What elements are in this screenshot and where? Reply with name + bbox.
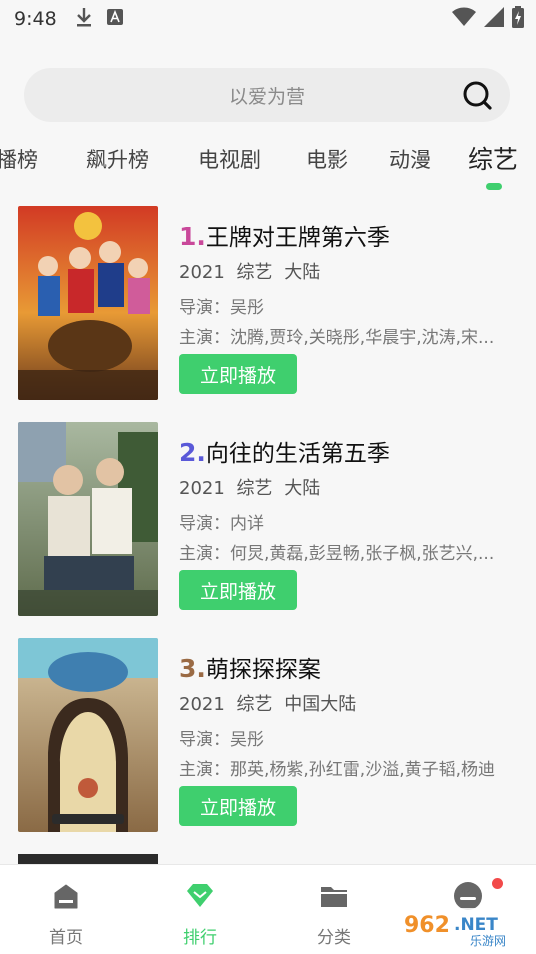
tab-rising-rank[interactable]: 飙升榜 (86, 144, 149, 174)
home-icon (51, 881, 81, 911)
genre: 综艺 (236, 478, 273, 499)
next-poster-peek (18, 854, 158, 864)
battery-icon (512, 6, 524, 32)
play-now-button[interactable]: 立即播放 (179, 354, 297, 394)
item-meta: 2021 综艺 大陆 (179, 474, 320, 500)
search-bar[interactable]: 以爱为营 (24, 68, 510, 122)
rank-number: 2. (179, 438, 206, 467)
item-title[interactable]: 2.向往的生活第五季 (179, 434, 390, 468)
search-placeholder[interactable]: 以爱为营 (24, 82, 510, 109)
item-cast: 主演：何炅,黄磊,彭昱畅,张子枫,张艺兴,... (179, 544, 495, 564)
download-icon (75, 6, 93, 32)
region: 大陆 (284, 262, 321, 283)
folder-icon (319, 881, 349, 911)
nav-home-label: 首页 (49, 928, 83, 948)
year: 2021 (179, 262, 225, 283)
tab-movie[interactable]: 电影 (306, 144, 348, 174)
item-director: 导演：吴彤 (179, 730, 264, 750)
item-meta: 2021 综艺 大陆 (179, 258, 320, 284)
rank-number: 1. (179, 222, 206, 251)
svg-text:.NET: .NET (454, 915, 498, 935)
category-tabs: 播榜 飙升榜 电视剧 电影 动漫 综艺 (0, 138, 536, 194)
item-cast: 主演：那英,杨紫,孙红雷,沙溢,黄子韬,杨迪 (179, 760, 496, 780)
play-now-button[interactable]: 立即播放 (179, 786, 297, 826)
year: 2021 (179, 478, 225, 499)
tab-tv-series[interactable]: 电视剧 (198, 144, 261, 174)
poster-image[interactable] (18, 638, 158, 832)
item-cast: 主演：沈腾,贾玲,关晓彤,华晨宇,沈涛,宋... (179, 328, 495, 348)
list-item[interactable]: 1.王牌对王牌第六季 2021 综艺 大陆 导演：吴彤 主演：沈腾,贾玲,关晓彤… (0, 206, 536, 402)
year: 2021 (179, 694, 225, 715)
item-director: 导演：内详 (179, 514, 264, 534)
rank-number: 3. (179, 654, 206, 683)
region: 大陆 (284, 478, 321, 499)
svg-text:962: 962 (404, 913, 450, 938)
nav-home[interactable]: 首页 (11, 865, 121, 954)
signal-icon (484, 7, 504, 31)
tab-anime[interactable]: 动漫 (389, 144, 431, 174)
tab-broadcast-rank[interactable]: 播榜 (0, 144, 38, 174)
nav-ranking[interactable]: 排行 (145, 865, 255, 954)
item-director: 导演：吴彤 (179, 298, 264, 318)
status-bar: 9:48 (0, 0, 536, 38)
status-time: 9:48 (14, 8, 57, 30)
ranking-diamond-icon (185, 881, 215, 911)
wifi-icon (452, 7, 476, 31)
title-text: 王牌对王牌第六季 (205, 225, 390, 251)
svg-text:乐游网: 乐游网 (470, 934, 506, 948)
search-icon[interactable] (462, 80, 494, 116)
play-now-button[interactable]: 立即播放 (179, 570, 297, 610)
genre: 综艺 (236, 262, 273, 283)
poster-image[interactable] (18, 422, 158, 616)
region: 中国大陆 (284, 694, 357, 715)
keyboard-a-icon (106, 9, 123, 29)
title-text: 萌探探探案 (205, 657, 321, 683)
active-tab-indicator (486, 183, 502, 190)
list-item[interactable]: 2.向往的生活第五季 2021 综艺 大陆 导演：内详 主演：何炅,黄磊,彭昱畅… (0, 422, 536, 618)
title-text: 向往的生活第五季 (205, 441, 390, 467)
item-title[interactable]: 1.王牌对王牌第六季 (179, 218, 390, 252)
notification-dot (492, 878, 503, 889)
nav-ranking-label: 排行 (183, 928, 217, 948)
list-item[interactable]: 3.萌探探探案 2021 综艺 中国大陆 导演：吴彤 主演：那英,杨紫,孙红雷,… (0, 638, 536, 834)
genre: 综艺 (236, 694, 273, 715)
tab-variety[interactable]: 综艺 (468, 140, 518, 176)
item-meta: 2021 综艺 中国大陆 (179, 690, 356, 716)
poster-image[interactable] (18, 206, 158, 400)
watermark-logo: 962 .NET 乐游网 (398, 906, 530, 950)
nav-category[interactable]: 分类 (279, 865, 389, 954)
item-title[interactable]: 3.萌探探探案 (179, 650, 321, 684)
nav-category-label: 分类 (317, 928, 351, 948)
